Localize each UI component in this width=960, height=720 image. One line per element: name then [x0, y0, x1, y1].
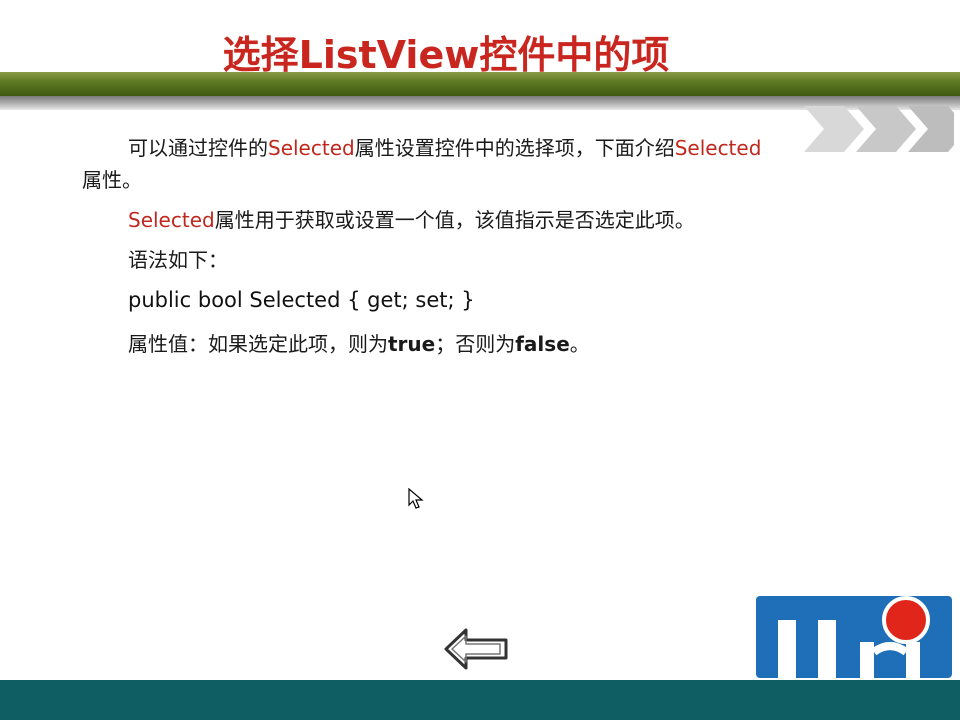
property-value-text-1: 属性值：如果选定此项，则为 [128, 332, 388, 356]
slide-title: 选择ListView控件中的项 [222, 33, 670, 77]
code-syntax: public bool Selected { get; set; } [128, 288, 475, 312]
paragraph-property-value: 属性值：如果选定此项，则为true；否则为false。 [82, 328, 882, 360]
selected-keyword: Selected [128, 208, 215, 232]
property-value-text-3: 。 [569, 332, 590, 356]
paragraph-description: Selected属性用于获取或设置一个值，该值指示是否选定此项。 [82, 204, 882, 236]
intro-text-2: 属性设置控件中的选择项，下面介绍 [354, 136, 675, 160]
back-arrow-button[interactable] [444, 626, 508, 672]
paragraph-intro: 可以通过控件的Selected属性设置控件中的选择项，下面介绍Selected 属… [82, 132, 882, 196]
intro-text-3: 属性。 [82, 168, 142, 192]
header-green-band [0, 72, 960, 96]
true-keyword: true [388, 332, 436, 356]
slide-content: 可以通过控件的Selected属性设置控件中的选择项，下面介绍Selected 属… [82, 132, 882, 360]
property-value-text-2: ；否则为 [435, 332, 516, 356]
slide: 选择ListView控件中的项 可以通过控件的Selected属性设置控件中的选… [0, 0, 960, 720]
mouse-pointer-icon [408, 488, 424, 509]
selected-keyword: Selected [674, 136, 762, 160]
brand-logo [756, 596, 952, 678]
selected-keyword: Selected [268, 136, 355, 160]
syntax-label: 语法如下： [128, 248, 228, 272]
footer-band [0, 680, 960, 720]
intro-text-1: 可以通过控件的 [128, 136, 268, 160]
false-keyword: false [515, 332, 570, 356]
description-text: 属性用于获取或设置一个值，该值指示是否选定此项。 [214, 208, 695, 232]
